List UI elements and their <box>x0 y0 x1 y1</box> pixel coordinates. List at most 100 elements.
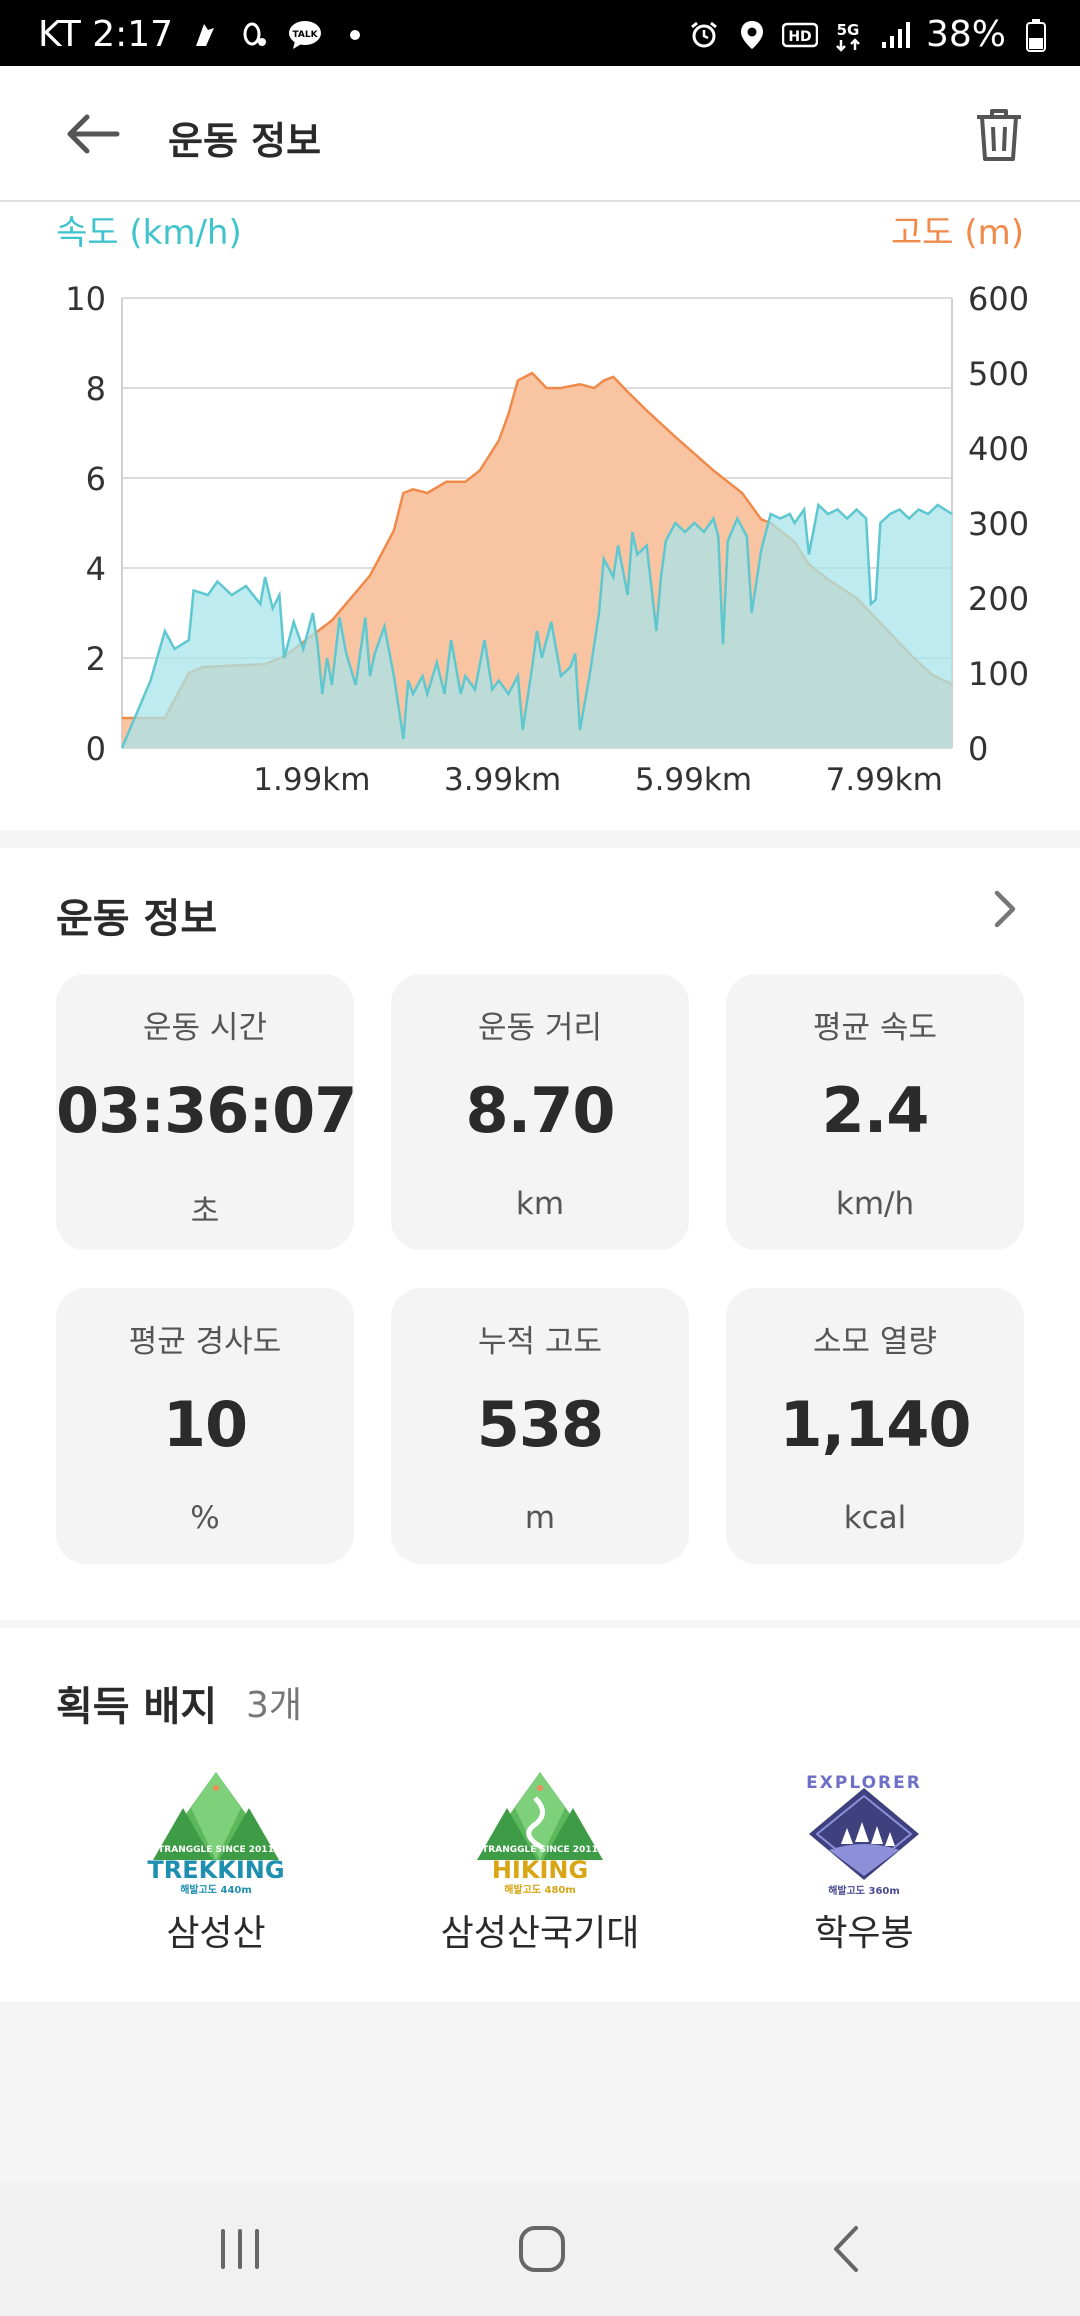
badge-sub-text: 해발고도 440m <box>180 1883 252 1896</box>
stat-label: 누적 고도 <box>478 1324 602 1360</box>
y-right-tick-label: 600 <box>968 280 1029 318</box>
dot-icon <box>337 17 373 53</box>
speed-altitude-chart: 속도 (km/h) 고도 (m) 10 8 6 4 2 0 600 500 400 300 200… <box>0 202 1080 830</box>
stat-label: 소모 열량 <box>813 1324 937 1360</box>
stat-unit: % <box>190 1500 220 1536</box>
page-title: 운동 정보 <box>168 119 322 163</box>
y-left-tick-label: 2 <box>86 640 106 678</box>
earned-badges-title: 획득 배지 <box>56 1684 218 1730</box>
battery-icon <box>1018 17 1054 53</box>
stat-card-calories: 소모 열량 1,140 kcal <box>726 1288 1024 1564</box>
badge-word: TREKKING <box>147 1856 284 1884</box>
y-right-tick-label: 300 <box>968 505 1029 543</box>
y-axis-left-ticks: 10 8 6 4 2 0 <box>65 280 106 768</box>
stat-card-avg-slope: 평균 경사도 10 % <box>56 1288 354 1564</box>
svg-text:TALK: TALK <box>293 30 319 40</box>
badge-name: 학우봉 <box>814 1913 914 1954</box>
alarm-icon <box>686 17 722 53</box>
earned-badges-section: 획득 배지 3개 TRANGGLE SINCE 2011 TREKKING 해발… <box>0 1628 1080 2002</box>
x-tick-label: 3.99km <box>444 762 561 798</box>
explorer-badge-icon: EXPLORER 해발고도 360m <box>806 1773 920 1897</box>
y-left-tick-label: 10 <box>65 280 106 318</box>
trekking-badge-icon: TRANGGLE SINCE 2011 TREKKING 해발고도 440m <box>147 1772 285 1896</box>
y-left-tick-label: 8 <box>86 370 106 408</box>
stat-card-distance: 운동 거리 8.70 km <box>391 974 689 1250</box>
delete-button[interactable] <box>968 102 1030 168</box>
stat-label: 평균 속도 <box>813 1010 937 1046</box>
badge-word: HIKING <box>492 1856 588 1884</box>
home-button[interactable] <box>502 2216 582 2282</box>
trash-icon <box>977 109 1021 161</box>
system-navigation-bar <box>0 2182 1080 2316</box>
status-bar: KT 2:17 TALK HD 5G 38% <box>0 0 1080 66</box>
y-right-tick-label: 500 <box>968 355 1029 393</box>
shoe-print-icon <box>237 17 273 53</box>
y-right-tick-label: 0 <box>968 730 988 768</box>
badge-sub-text: 해발고도 360m <box>828 1884 900 1897</box>
workout-info-section: 운동 정보 운동 시간 03:36:07 초 운동 거리 8.70 km 평균 … <box>0 848 1080 1620</box>
hiking-app-icon <box>187 17 223 53</box>
badge-count: 3개 <box>246 1685 303 1726</box>
back-button[interactable] <box>58 104 128 164</box>
badge-item-samsungsan[interactable]: TRANGGLE SINCE 2011 TREKKING 해발고도 440m 삼… <box>66 1768 366 1956</box>
stat-unit: km <box>515 1186 565 1222</box>
stat-unit: 초 <box>190 1194 220 1230</box>
recent-apps-button[interactable] <box>200 2216 280 2282</box>
y-right-tick-label: 400 <box>968 430 1029 468</box>
stat-value: 538 <box>476 1388 604 1461</box>
location-icon <box>734 17 770 53</box>
y-left-tick-label: 0 <box>86 730 106 768</box>
stat-unit: m <box>524 1500 556 1536</box>
app-bar: 운동 정보 <box>0 66 1080 202</box>
x-axis-ticks: 1.99km 3.99km 5.99km 7.99km <box>253 762 943 798</box>
stat-label: 평균 경사도 <box>128 1324 282 1360</box>
chevron-left-icon <box>834 2226 858 2272</box>
svg-text:HD: HD <box>788 29 811 45</box>
y-axis-right-label: 고도 (m) <box>891 213 1024 253</box>
y-axis-left-label: 속도 (km/h) <box>56 213 242 253</box>
chart-svg: 속도 (km/h) 고도 (m) 10 8 6 4 2 0 600 500 400 300 200… <box>56 213 1029 798</box>
stat-value: 1,140 <box>779 1388 971 1461</box>
stat-unit: km/h <box>835 1186 915 1222</box>
x-tick-label: 5.99km <box>635 762 752 798</box>
y-right-tick-label: 200 <box>968 580 1029 618</box>
talk-icon: TALK <box>287 17 323 53</box>
stat-card-duration: 운동 시간 03:36:07 초 <box>56 974 357 1250</box>
x-tick-label: 1.99km <box>253 762 370 798</box>
y-left-tick-label: 6 <box>86 460 106 498</box>
chevron-right-icon <box>994 890 1016 928</box>
badge-item-hakwoobong[interactable]: EXPLORER 해발고도 360m 학우봉 <box>714 1768 1014 1956</box>
x-tick-label: 7.99km <box>826 762 943 798</box>
carrier-time: KT 2:17 <box>38 14 174 55</box>
home-icon <box>519 2226 565 2272</box>
battery-percent: 38% <box>925 14 1006 55</box>
stat-value: 2.4 <box>821 1074 930 1147</box>
badge-item-samsungsan-gukgidae[interactable]: TRANGGLE SINCE 2011 HIKING 해발고도 480m 삼성산… <box>390 1768 690 1956</box>
badge-sub-text: 해발고도 480m <box>504 1883 576 1896</box>
badge-name: 삼성산 <box>166 1913 266 1954</box>
stat-unit: kcal <box>843 1500 907 1536</box>
y-axis-right-ticks: 600 500 400 300 200 100 0 <box>968 280 1029 768</box>
stat-value: 8.70 <box>465 1074 616 1147</box>
signal-icon <box>878 17 914 53</box>
stat-card-elevation-gain: 누적 고도 538 m <box>391 1288 689 1564</box>
badge-top-text: TRANGGLE SINCE 2011 <box>158 1845 274 1855</box>
stat-label: 운동 거리 <box>478 1010 602 1046</box>
recent-apps-icon <box>221 2229 259 2269</box>
series-layer <box>120 371 953 749</box>
stat-value: 03:36:07 <box>56 1074 357 1147</box>
badge-name: 삼성산국기대 <box>440 1913 640 1954</box>
workout-info-title: 운동 정보 <box>56 896 218 942</box>
stat-label: 운동 시간 <box>143 1010 267 1046</box>
stat-value: 10 <box>162 1388 248 1461</box>
5g-icon: 5G <box>830 17 866 53</box>
y-right-tick-label: 100 <box>968 655 1029 693</box>
svg-text:5G: 5G <box>837 21 860 39</box>
badge-top-text: TRANGGLE SINCE 2011 <box>482 1845 598 1855</box>
workout-info-detail-button[interactable] <box>980 884 1030 934</box>
system-back-button[interactable] <box>806 2216 886 2282</box>
arrow-left-icon <box>67 114 120 154</box>
hiking-badge-icon: TRANGGLE SINCE 2011 HIKING 해발고도 480m <box>477 1772 603 1896</box>
y-left-tick-label: 4 <box>86 550 106 588</box>
hd-icon: HD <box>781 17 818 53</box>
